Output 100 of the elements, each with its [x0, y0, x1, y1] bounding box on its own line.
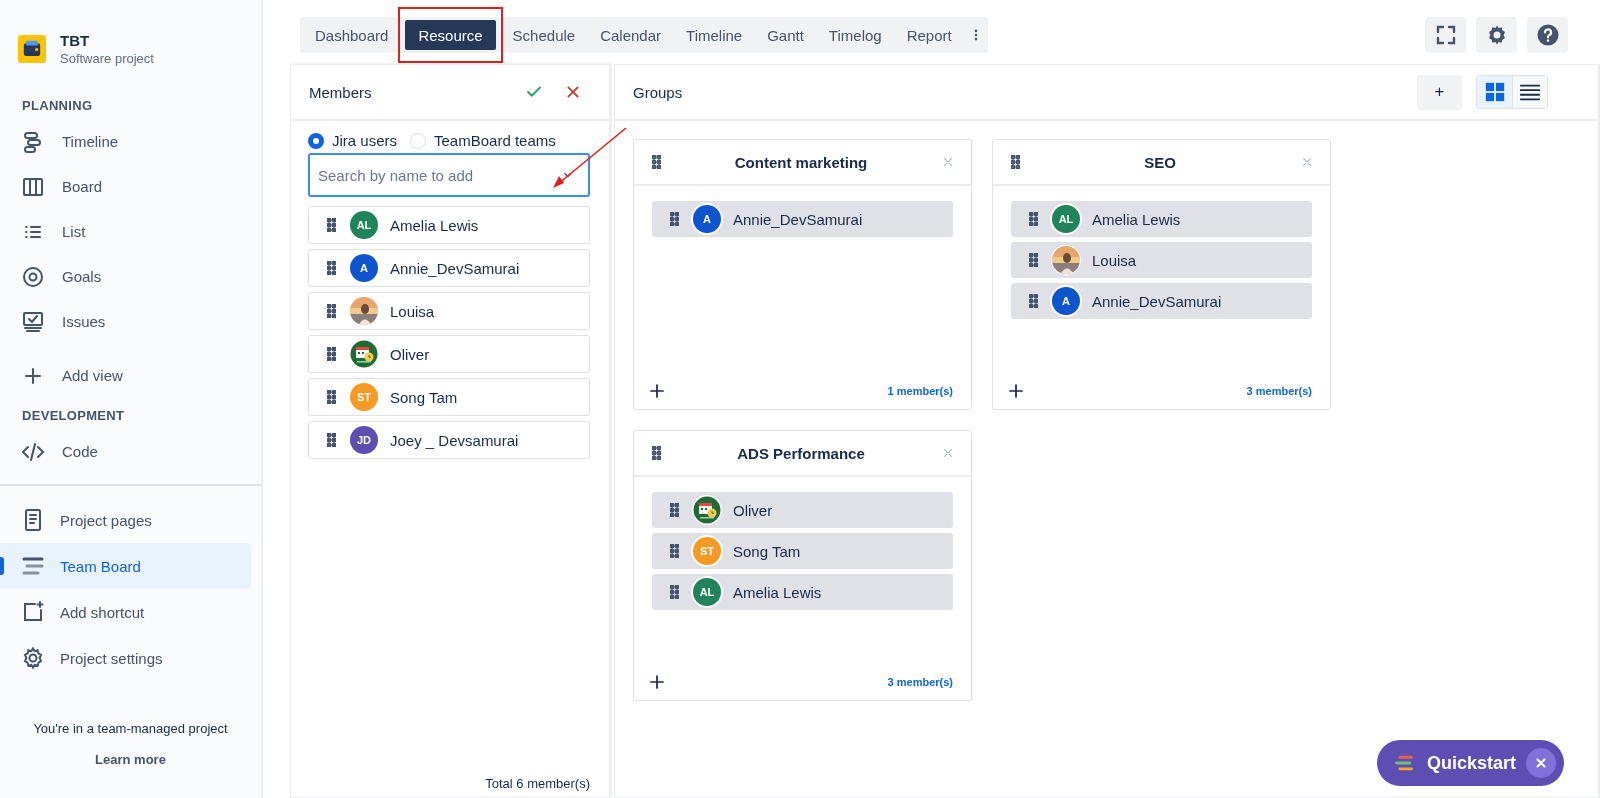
search-field[interactable]: Search by name to add — [308, 153, 590, 197]
add-member-button[interactable] — [649, 383, 665, 399]
drag-handle-icon — [1029, 294, 1038, 308]
member-name: Song Tam — [733, 542, 801, 560]
tab[interactable]: Report — [894, 20, 964, 50]
close-icon — [565, 84, 581, 100]
drag-handle-icon — [652, 446, 661, 460]
help-button[interactable] — [1527, 17, 1568, 53]
grid-view-button[interactable] — [1477, 76, 1512, 108]
close-icon — [1302, 157, 1312, 167]
target-icon — [21, 264, 45, 289]
close-icon — [943, 157, 953, 167]
drag-handle-icon — [327, 261, 336, 275]
drag-handle-icon — [327, 390, 336, 404]
add-member-button[interactable] — [1008, 383, 1024, 399]
add-member-button[interactable] — [649, 674, 665, 690]
member-name: Louisa — [1092, 251, 1137, 269]
member-name: Amelia Lewis — [733, 583, 822, 601]
panel-title: Groups — [633, 83, 683, 101]
tab[interactable]: Resource — [405, 20, 496, 50]
drag-handle-icon — [670, 212, 679, 226]
tab[interactable]: Schedule — [500, 20, 588, 50]
avatar: AL — [1052, 205, 1080, 233]
sidebar-item[interactable]: Project settings — [0, 635, 261, 681]
member-name: Song Tam — [390, 388, 458, 406]
settings-button[interactable] — [1476, 17, 1517, 53]
plus-icon — [649, 383, 665, 399]
tab[interactable]: Timelog — [816, 20, 894, 50]
fullscreen-button[interactable] — [1425, 17, 1466, 53]
list-view-button[interactable] — [1512, 76, 1547, 108]
grid-icon — [1483, 81, 1506, 103]
member-count: 3 member(s) — [1246, 385, 1312, 397]
close-icon — [1535, 757, 1547, 769]
member-item[interactable]: AL Amelia Lewis — [1011, 201, 1312, 237]
drag-handle-icon — [1029, 212, 1038, 226]
group-name: SEO — [1143, 153, 1177, 171]
sidebar-item[interactable]: Project pages — [0, 497, 261, 543]
plus-icon — [649, 674, 665, 690]
drag-handle-icon — [652, 155, 661, 169]
section-heading: DEVELOPMENT — [21, 408, 126, 423]
sidebar-item[interactable]: Timeline — [0, 119, 261, 164]
plus-icon — [1008, 383, 1024, 399]
sidebar-item[interactable]: Board — [0, 164, 261, 209]
radio-label: Jira users — [332, 132, 398, 149]
close-icon — [943, 448, 953, 458]
member-name: Amelia Lewis — [1092, 210, 1181, 228]
tab[interactable]: Gantt — [755, 20, 816, 50]
tab[interactable]: Timeline — [674, 20, 755, 50]
project-logo-icon — [18, 35, 46, 63]
avatar: ST — [350, 383, 378, 411]
member-name: Annie_DevSamurai — [733, 210, 863, 228]
avatar: JD — [350, 426, 378, 454]
member-item[interactable]: ST Song Tam — [308, 378, 590, 416]
section-heading: PLANNING — [21, 98, 94, 113]
avatar: A — [350, 254, 378, 282]
drag-handle-icon — [670, 585, 679, 599]
sidebar-item[interactable]: Issues — [0, 299, 261, 344]
sidebar-item[interactable]: Code — [0, 429, 261, 474]
drag-handle-icon — [1029, 253, 1038, 267]
member-total: Total 6 member(s) — [484, 776, 590, 791]
member-item[interactable]: AL Amelia Lewis — [308, 206, 590, 244]
sidebar-item[interactable]: Goals — [0, 254, 261, 299]
sidebar-item[interactable]: Team Board — [0, 543, 251, 589]
member-item[interactable]: Oliver — [308, 335, 590, 373]
group-name: ADS Performance — [736, 444, 866, 462]
member-name: Annie_DevSamurai — [390, 259, 520, 277]
member-name: Amelia Lewis — [390, 216, 479, 234]
avatar: AL — [350, 211, 378, 239]
group-name: Content marketing — [733, 153, 869, 171]
member-item[interactable]: Oliver — [652, 492, 953, 528]
project-name: TBT — [60, 32, 91, 49]
drag-handle-icon — [327, 218, 336, 232]
tab[interactable]: Dashboard — [303, 20, 401, 50]
sidebar-item[interactable]: Add shortcut — [0, 589, 261, 635]
member-item[interactable]: A Annie_DevSamurai — [652, 201, 953, 237]
add-shortcut-icon — [21, 600, 45, 624]
sidebar-item[interactable]: Add view — [0, 353, 261, 398]
member-count: 3 member(s) — [887, 676, 953, 688]
member-name: Annie_DevSamurai — [1092, 292, 1222, 310]
member-item[interactable]: JD Joey _ Devsamurai — [308, 421, 590, 459]
calendar-clock-icon — [349, 339, 379, 369]
tab[interactable]: Calendar — [588, 20, 674, 50]
add-group-button[interactable]: + — [1417, 74, 1462, 110]
member-item[interactable]: ST Song Tam — [652, 533, 953, 569]
member-item[interactable]: Louisa — [1011, 242, 1312, 278]
member-item[interactable]: AL Amelia Lewis — [652, 574, 953, 610]
monitor-check-icon — [21, 309, 45, 334]
member-item[interactable]: A Annie_DevSamurai — [308, 249, 590, 287]
project-type: Software project — [60, 51, 154, 66]
settings-icon — [21, 646, 45, 670]
drag-handle-icon — [1011, 155, 1020, 169]
member-item[interactable]: Louisa — [308, 292, 590, 330]
member-item[interactable]: A Annie_DevSamurai — [1011, 283, 1312, 319]
quickstart-button[interactable]: Quickstart — [1376, 740, 1564, 786]
panel-title: Members — [309, 83, 372, 101]
learn-more-link[interactable]: Learn more — [95, 752, 166, 767]
drag-handle-icon — [327, 347, 336, 361]
footer-text: You're in a team-managed project — [32, 721, 229, 736]
radio-button[interactable] — [308, 132, 324, 149]
sidebar-item[interactable]: List — [0, 209, 261, 254]
